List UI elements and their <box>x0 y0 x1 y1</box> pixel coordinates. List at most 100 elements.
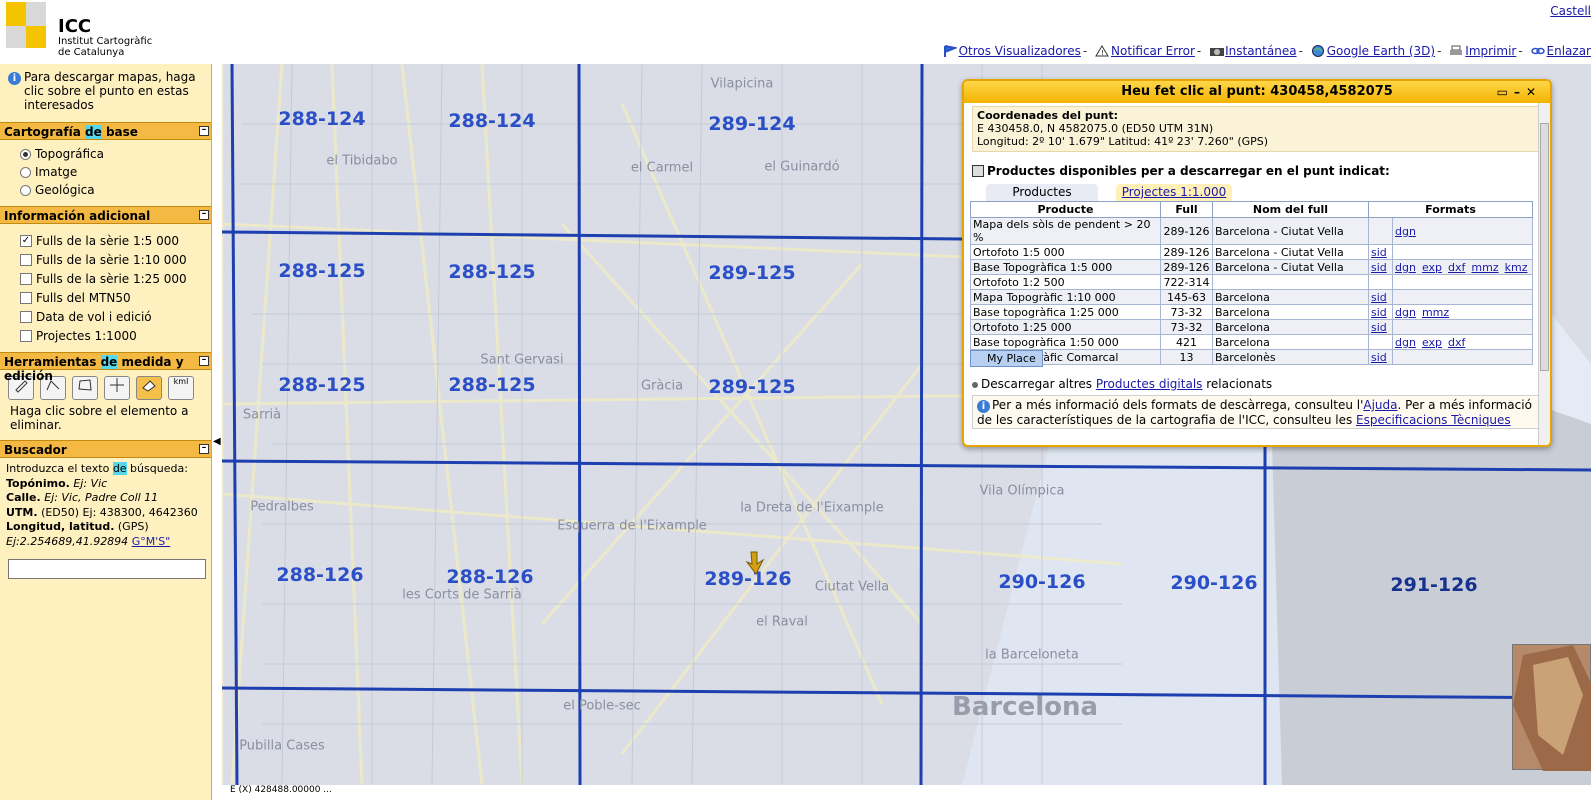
link-icon <box>1530 45 1545 57</box>
productes-digitals-link[interactable]: Productes digitals <box>1096 377 1203 391</box>
sid-link[interactable]: sid <box>1371 321 1387 334</box>
enlazar-label[interactable]: Enlazar <box>1547 44 1591 58</box>
format-link-dgn[interactable]: dgn <box>1395 336 1416 349</box>
place-label: Vilapicina <box>710 76 774 92</box>
my-place-tooltip[interactable]: My Place <box>970 350 1043 367</box>
restore-icon[interactable]: ▭ <box>1497 85 1514 99</box>
check-projectes[interactable]: Projectes 1:1000 <box>6 327 205 344</box>
option-topografica[interactable]: Topográfica <box>6 146 205 162</box>
sid-link[interactable]: sid <box>1371 246 1387 259</box>
collapse-icon[interactable]: – <box>199 210 209 220</box>
checkbox-fulls-5000[interactable]: ✓ <box>20 234 32 247</box>
format-link-dxf[interactable]: dxf <box>1448 261 1465 274</box>
option-geologica[interactable]: Geológica <box>6 182 205 198</box>
notificar-error-label[interactable]: Notificar Error <box>1111 44 1195 58</box>
check-fulls-10000[interactable]: Fulls de la sèrie 1:10 000 <box>6 251 205 268</box>
radio-imatge[interactable] <box>20 166 31 178</box>
left-panel: i Para descargar mapas, haga clic sobre … <box>0 64 212 800</box>
collapse-sidebar-icon[interactable]: ◀ <box>213 436 221 450</box>
buscador-header[interactable]: Buscador – <box>0 440 211 458</box>
format-link-kmz[interactable]: kmz <box>1505 261 1528 274</box>
coords-utm: E 430458.0, N 4582075.0 (ED50 UTM 31N) <box>977 122 1214 135</box>
kml-tool[interactable]: kml <box>168 376 194 400</box>
minimize-icon[interactable]: – <box>1514 85 1526 99</box>
tab-productes[interactable]: Productes <box>986 184 1098 201</box>
imprimir-label[interactable]: Imprimir <box>1465 44 1516 58</box>
overview-minimap[interactable] <box>1512 644 1591 771</box>
close-icon[interactable]: ✕ <box>1526 85 1542 99</box>
format-link-dgn[interactable]: dgn <box>1395 306 1416 319</box>
logo-text: ICC Institut Cartogràfic de Catalunya <box>58 18 152 59</box>
check-data-vol[interactable]: Data de vol i edició <box>6 308 205 325</box>
place-label: el Guinardó <box>764 159 840 175</box>
option-imatge[interactable]: Imatge <box>6 164 205 180</box>
cell-sid: sid <box>1368 244 1393 260</box>
google-earth-label[interactable]: Google Earth (3D) <box>1327 44 1435 58</box>
gms-link[interactable]: G°M'S" <box>132 535 171 548</box>
th-producte: Producte <box>970 201 1161 218</box>
informacion-header[interactable]: Información adicional – <box>0 206 211 224</box>
place-label: la Barceloneta <box>985 647 1079 663</box>
ajuda-link[interactable]: Ajuda <box>1363 398 1397 412</box>
place-label: Sant Gervasi <box>480 352 564 368</box>
especificacions-link[interactable]: Especificacions Tècniques <box>1356 413 1511 427</box>
instantanea-label[interactable]: Instantánea <box>1225 44 1296 58</box>
search-input[interactable] <box>8 559 206 579</box>
radio-geologica[interactable] <box>20 184 31 196</box>
cell-full: 289-126 <box>1160 244 1213 260</box>
radio-topografica[interactable] <box>20 148 31 160</box>
checkbox-fulls-10000[interactable] <box>20 253 32 266</box>
cell-producte: Mapa dels sòls de pendent > 20 % <box>970 217 1161 245</box>
checkbox-mtn50[interactable] <box>20 291 32 304</box>
otros-visualizadores-link[interactable]: Otros Visualizadores <box>943 44 1081 58</box>
cell-full: 289-126 <box>1160 259 1213 275</box>
icc-logo[interactable]: ICC Institut Cartogràfic de Catalunya <box>6 2 166 60</box>
otros-visualizadores-label[interactable]: Otros Visualizadores <box>959 44 1081 58</box>
save-icon <box>972 165 984 177</box>
sid-link[interactable]: sid <box>1371 306 1387 319</box>
check-mtn50[interactable]: Fulls del MTN50 <box>6 289 205 306</box>
collapse-icon[interactable]: – <box>199 126 209 136</box>
checkbox-data-vol[interactable] <box>20 310 32 323</box>
coords-gps: Longitud: 2º 10' 1.679" Latitud: 41º 23'… <box>977 135 1269 148</box>
table-row: Mapa dels sòls de pendent > 20 % 289-126 B… <box>970 217 1533 245</box>
format-link-dgn[interactable]: dgn <box>1395 261 1416 274</box>
check-label: Fulls de la sèrie 1:25 000 <box>36 271 187 286</box>
collapse-icon[interactable]: – <box>199 444 209 454</box>
popup-titlebar[interactable]: Heu fet clic al punt: 430458,4582075 ▭–✕ <box>964 81 1550 103</box>
tab-projectes[interactable]: Projectes 1:1.000 <box>1116 184 1232 201</box>
checkbox-fulls-25000[interactable] <box>20 272 32 285</box>
draw-polygon-tool[interactable] <box>72 376 98 400</box>
cartografia-header[interactable]: Cartografía de base – <box>0 122 211 140</box>
format-link-dgn[interactable]: dgn <box>1395 225 1416 238</box>
sid-link[interactable]: sid <box>1371 291 1387 304</box>
format-link-mmz[interactable]: mmz <box>1471 261 1498 274</box>
collapse-icon[interactable]: – <box>199 356 209 366</box>
notificar-error-link[interactable]: ! Notificar Error <box>1095 44 1195 58</box>
cell-sid: sid <box>1368 259 1393 275</box>
move-tool[interactable] <box>104 376 130 400</box>
format-link-mmz[interactable]: mmz <box>1422 306 1449 319</box>
sid-link[interactable]: sid <box>1371 261 1387 274</box>
scroll-thumb[interactable] <box>1540 123 1549 371</box>
herramientas-header[interactable]: Herramientas de medida y edición – <box>0 352 211 383</box>
cell-nom: Barcelona - Ciutat Vella <box>1212 259 1369 275</box>
check-fulls-25000[interactable]: Fulls de la sèrie 1:25 000 <box>6 270 205 287</box>
checkbox-projectes[interactable] <box>20 329 32 342</box>
format-link-exp[interactable]: exp <box>1422 261 1442 274</box>
camera-icon <box>1209 45 1225 57</box>
check-fulls-5000[interactable]: ✓ Fulls de la sèrie 1:5 000 <box>6 232 205 249</box>
enlazar-link[interactable]: Enlazar <box>1530 44 1591 58</box>
format-link-dxf[interactable]: dxf <box>1448 336 1465 349</box>
imprimir-link[interactable]: Imprimir <box>1449 44 1516 58</box>
eraser-tool[interactable] <box>136 376 162 400</box>
tab-projectes-link[interactable]: Projectes 1:1.000 <box>1122 185 1227 199</box>
intro-hl: de <box>112 462 127 475</box>
instantanea-link[interactable]: Instantánea <box>1209 44 1297 58</box>
sid-link[interactable]: sid <box>1371 351 1387 364</box>
popup-scrollbar[interactable] <box>1538 103 1550 445</box>
language-link[interactable]: Castell <box>1550 4 1591 18</box>
format-link-exp[interactable]: exp <box>1422 336 1442 349</box>
google-earth-link[interactable]: Google Earth (3D) <box>1311 44 1435 58</box>
coords-box: Coordenades del punt: E 430458.0, N 4582… <box>972 106 1542 152</box>
